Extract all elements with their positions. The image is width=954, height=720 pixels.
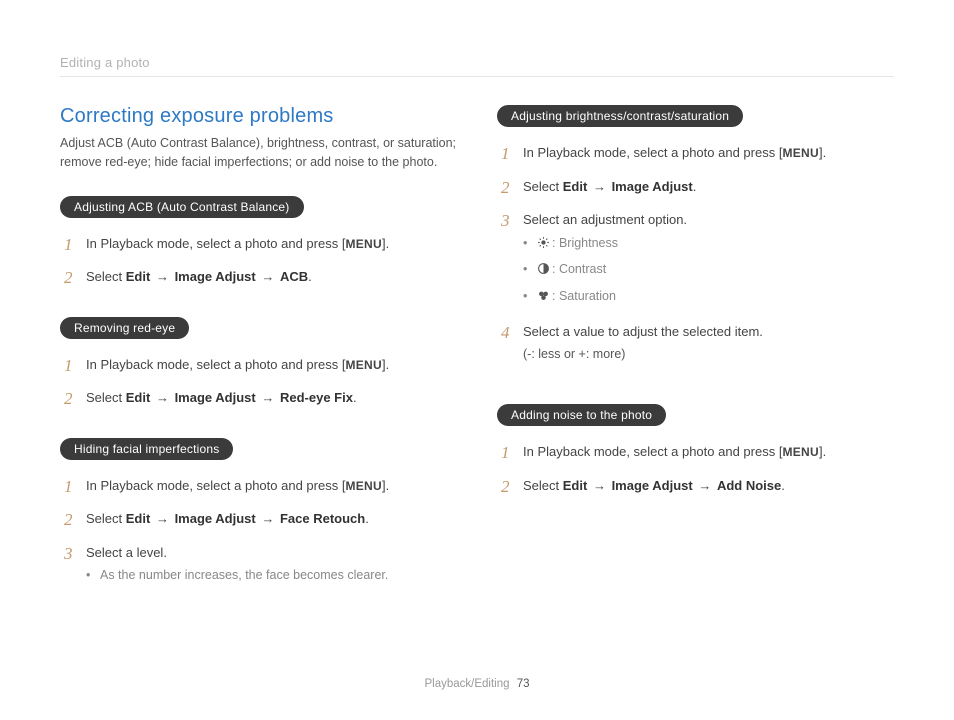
opt-contrast: : Contrast [523, 260, 894, 281]
menu-key: MENU [345, 479, 382, 493]
opt-saturation: : Saturation [523, 287, 894, 308]
step-noise-1: In Playback mode, select a photo and pre… [497, 442, 894, 462]
step-acb-2: Select Edit → Image Adjust → ACB. [60, 267, 457, 287]
pill-acb: Adjusting ACB (Auto Contrast Balance) [60, 196, 304, 218]
steps-acb: In Playback mode, select a photo and pre… [60, 234, 457, 287]
step-bcs-4: Select a value to adjust the selected it… [497, 322, 894, 364]
menu-key: MENU [782, 146, 819, 160]
opt-brightness: : Brightness [523, 234, 894, 255]
columns: Correcting exposure problems Adjust ACB … [60, 105, 894, 615]
step-face-1: In Playback mode, select a photo and pre… [60, 476, 457, 496]
menu-key: MENU [345, 237, 382, 251]
page-number: 73 [517, 678, 530, 690]
steps-bcs: In Playback mode, select a photo and pre… [497, 143, 894, 364]
step-face-2: Select Edit → Image Adjust → Face Retouc… [60, 509, 457, 529]
steps-redeye: In Playback mode, select a photo and pre… [60, 355, 457, 408]
steps-noise: In Playback mode, select a photo and pre… [497, 442, 894, 495]
header-section: Editing a photo [60, 55, 894, 70]
step-noise-2: Select Edit → Image Adjust → Add Noise. [497, 476, 894, 496]
face-notes: As the number increases, the face become… [86, 566, 457, 585]
step-acb-1: In Playback mode, select a photo and pre… [60, 234, 457, 254]
intro-text: Adjust ACB (Auto Contrast Balance), brig… [60, 134, 457, 172]
block-noise: Adding noise to the photo In Playback mo… [497, 404, 894, 495]
block-acb: Adjusting ACB (Auto Contrast Balance) In… [60, 196, 457, 287]
block-bcs: Adjusting brightness/contrast/saturation… [497, 105, 894, 364]
steps-face: In Playback mode, select a photo and pre… [60, 476, 457, 585]
step-face-3: Select a level. As the number increases,… [60, 543, 457, 585]
menu-key: MENU [345, 358, 382, 372]
pill-bcs: Adjusting brightness/contrast/saturation [497, 105, 743, 127]
section-title: Correcting exposure problems [60, 105, 457, 128]
menu-key: MENU [782, 445, 819, 459]
step-bcs-2: Select Edit → Image Adjust. [497, 177, 894, 197]
right-column: Adjusting brightness/contrast/saturation… [497, 105, 894, 615]
pill-noise: Adding noise to the photo [497, 404, 666, 426]
header-rule [60, 76, 894, 77]
saturation-icon [537, 289, 550, 308]
left-column: Correcting exposure problems Adjust ACB … [60, 105, 457, 615]
step-redeye-2: Select Edit → Image Adjust → Red-eye Fix… [60, 388, 457, 408]
step-bcs-4-sub: (-: less or +: more) [523, 345, 894, 364]
step-bcs-1: In Playback mode, select a photo and pre… [497, 143, 894, 163]
block-face: Hiding facial imperfections In Playback … [60, 438, 457, 585]
step-bcs-3: Select an adjustment option. : Brightnes… [497, 210, 894, 308]
bcs-options: : Brightness : Contrast : Saturation [523, 234, 894, 308]
footer-section: Playback/Editing [424, 678, 509, 690]
footer: Playback/Editing 73 [0, 678, 954, 690]
contrast-icon [537, 262, 550, 281]
step-redeye-1: In Playback mode, select a photo and pre… [60, 355, 457, 375]
page: Editing a photo Correcting exposure prob… [0, 0, 954, 720]
block-redeye: Removing red-eye In Playback mode, selec… [60, 317, 457, 408]
pill-redeye: Removing red-eye [60, 317, 189, 339]
face-note-1: As the number increases, the face become… [86, 566, 457, 585]
brightness-icon [537, 236, 550, 255]
pill-face: Hiding facial imperfections [60, 438, 233, 460]
